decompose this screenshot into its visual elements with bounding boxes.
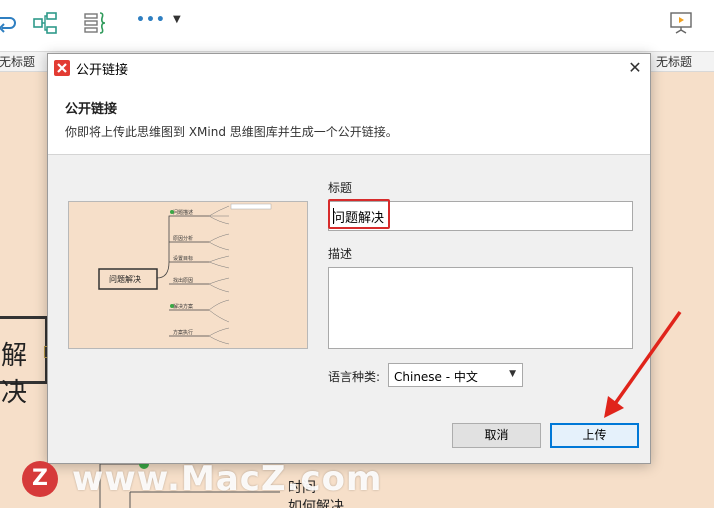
dialog-title-bar[interactable]: 公开链接 ✕ xyxy=(48,54,650,82)
close-button[interactable]: ✕ xyxy=(622,56,648,80)
mindmap-preview: 问题描述 原因分析 设置目标 找出原因 解决方案 方案执行 问题解决 xyxy=(68,201,308,349)
svg-text:解决方案: 解决方案 xyxy=(173,303,193,310)
title-label: 标题 xyxy=(328,181,353,195)
central-topic-fragment[interactable]: 解决 xyxy=(0,316,48,408)
red-arrow-annotation xyxy=(604,310,682,418)
public-link-dialog: 公开链接 ✕ 公开链接 你即将上传此思维图到 XMind 思维图库并生成一个公开… xyxy=(47,53,651,464)
chevron-down-icon: ▼ xyxy=(509,369,516,379)
doc-tab-untitled-right[interactable]: 无标题 xyxy=(656,53,692,70)
language-select[interactable]: Chinese - 中文 ▼ xyxy=(388,363,523,387)
watermark-badge: Z xyxy=(22,461,58,497)
svg-text:设置目标: 设置目标 xyxy=(173,255,193,262)
svg-text:问题描述: 问题描述 xyxy=(173,209,193,216)
language-select-value: Chinese - 中文 xyxy=(394,370,478,384)
preview-central-topic: 问题解决 xyxy=(109,275,141,284)
watermark-text: www.MacZ.com xyxy=(72,459,383,499)
svg-text:找出原因: 找出原因 xyxy=(173,277,193,284)
outline-icon[interactable] xyxy=(82,10,108,36)
window-title: 公开链接 xyxy=(76,63,129,78)
dropdown-icon[interactable]: ▼ xyxy=(173,14,181,25)
presentation-icon[interactable] xyxy=(668,10,694,36)
header-description: 你即将上传此思维图到 XMind 思维图库并生成一个公开链接。 xyxy=(65,125,398,139)
xmind-app-icon xyxy=(54,60,70,76)
dialog-header: 公开链接 你即将上传此思维图到 XMind 思维图库并生成一个公开链接。 xyxy=(48,82,650,155)
header-title: 公开链接 xyxy=(65,102,118,117)
more-icon[interactable]: ••• xyxy=(136,12,166,28)
cancel-button[interactable]: 取消 xyxy=(452,423,541,448)
description-label: 描述 xyxy=(328,247,353,261)
svg-text:方案执行: 方案执行 xyxy=(173,329,193,336)
svg-text:原因分析: 原因分析 xyxy=(173,235,193,242)
main-toolbar: ••• ▼ xyxy=(0,0,714,52)
redo-icon[interactable] xyxy=(0,10,20,36)
highlight-annotation xyxy=(328,199,390,229)
description-textarea[interactable] xyxy=(328,267,633,349)
doc-tab-untitled-left[interactable]: 无标题 xyxy=(0,53,35,70)
language-label: 语言种类: xyxy=(328,370,381,384)
central-topic-label: 解决 xyxy=(1,341,28,408)
upload-button[interactable]: 上传 xyxy=(550,423,639,448)
mindmap-layout-icon[interactable] xyxy=(32,10,58,36)
